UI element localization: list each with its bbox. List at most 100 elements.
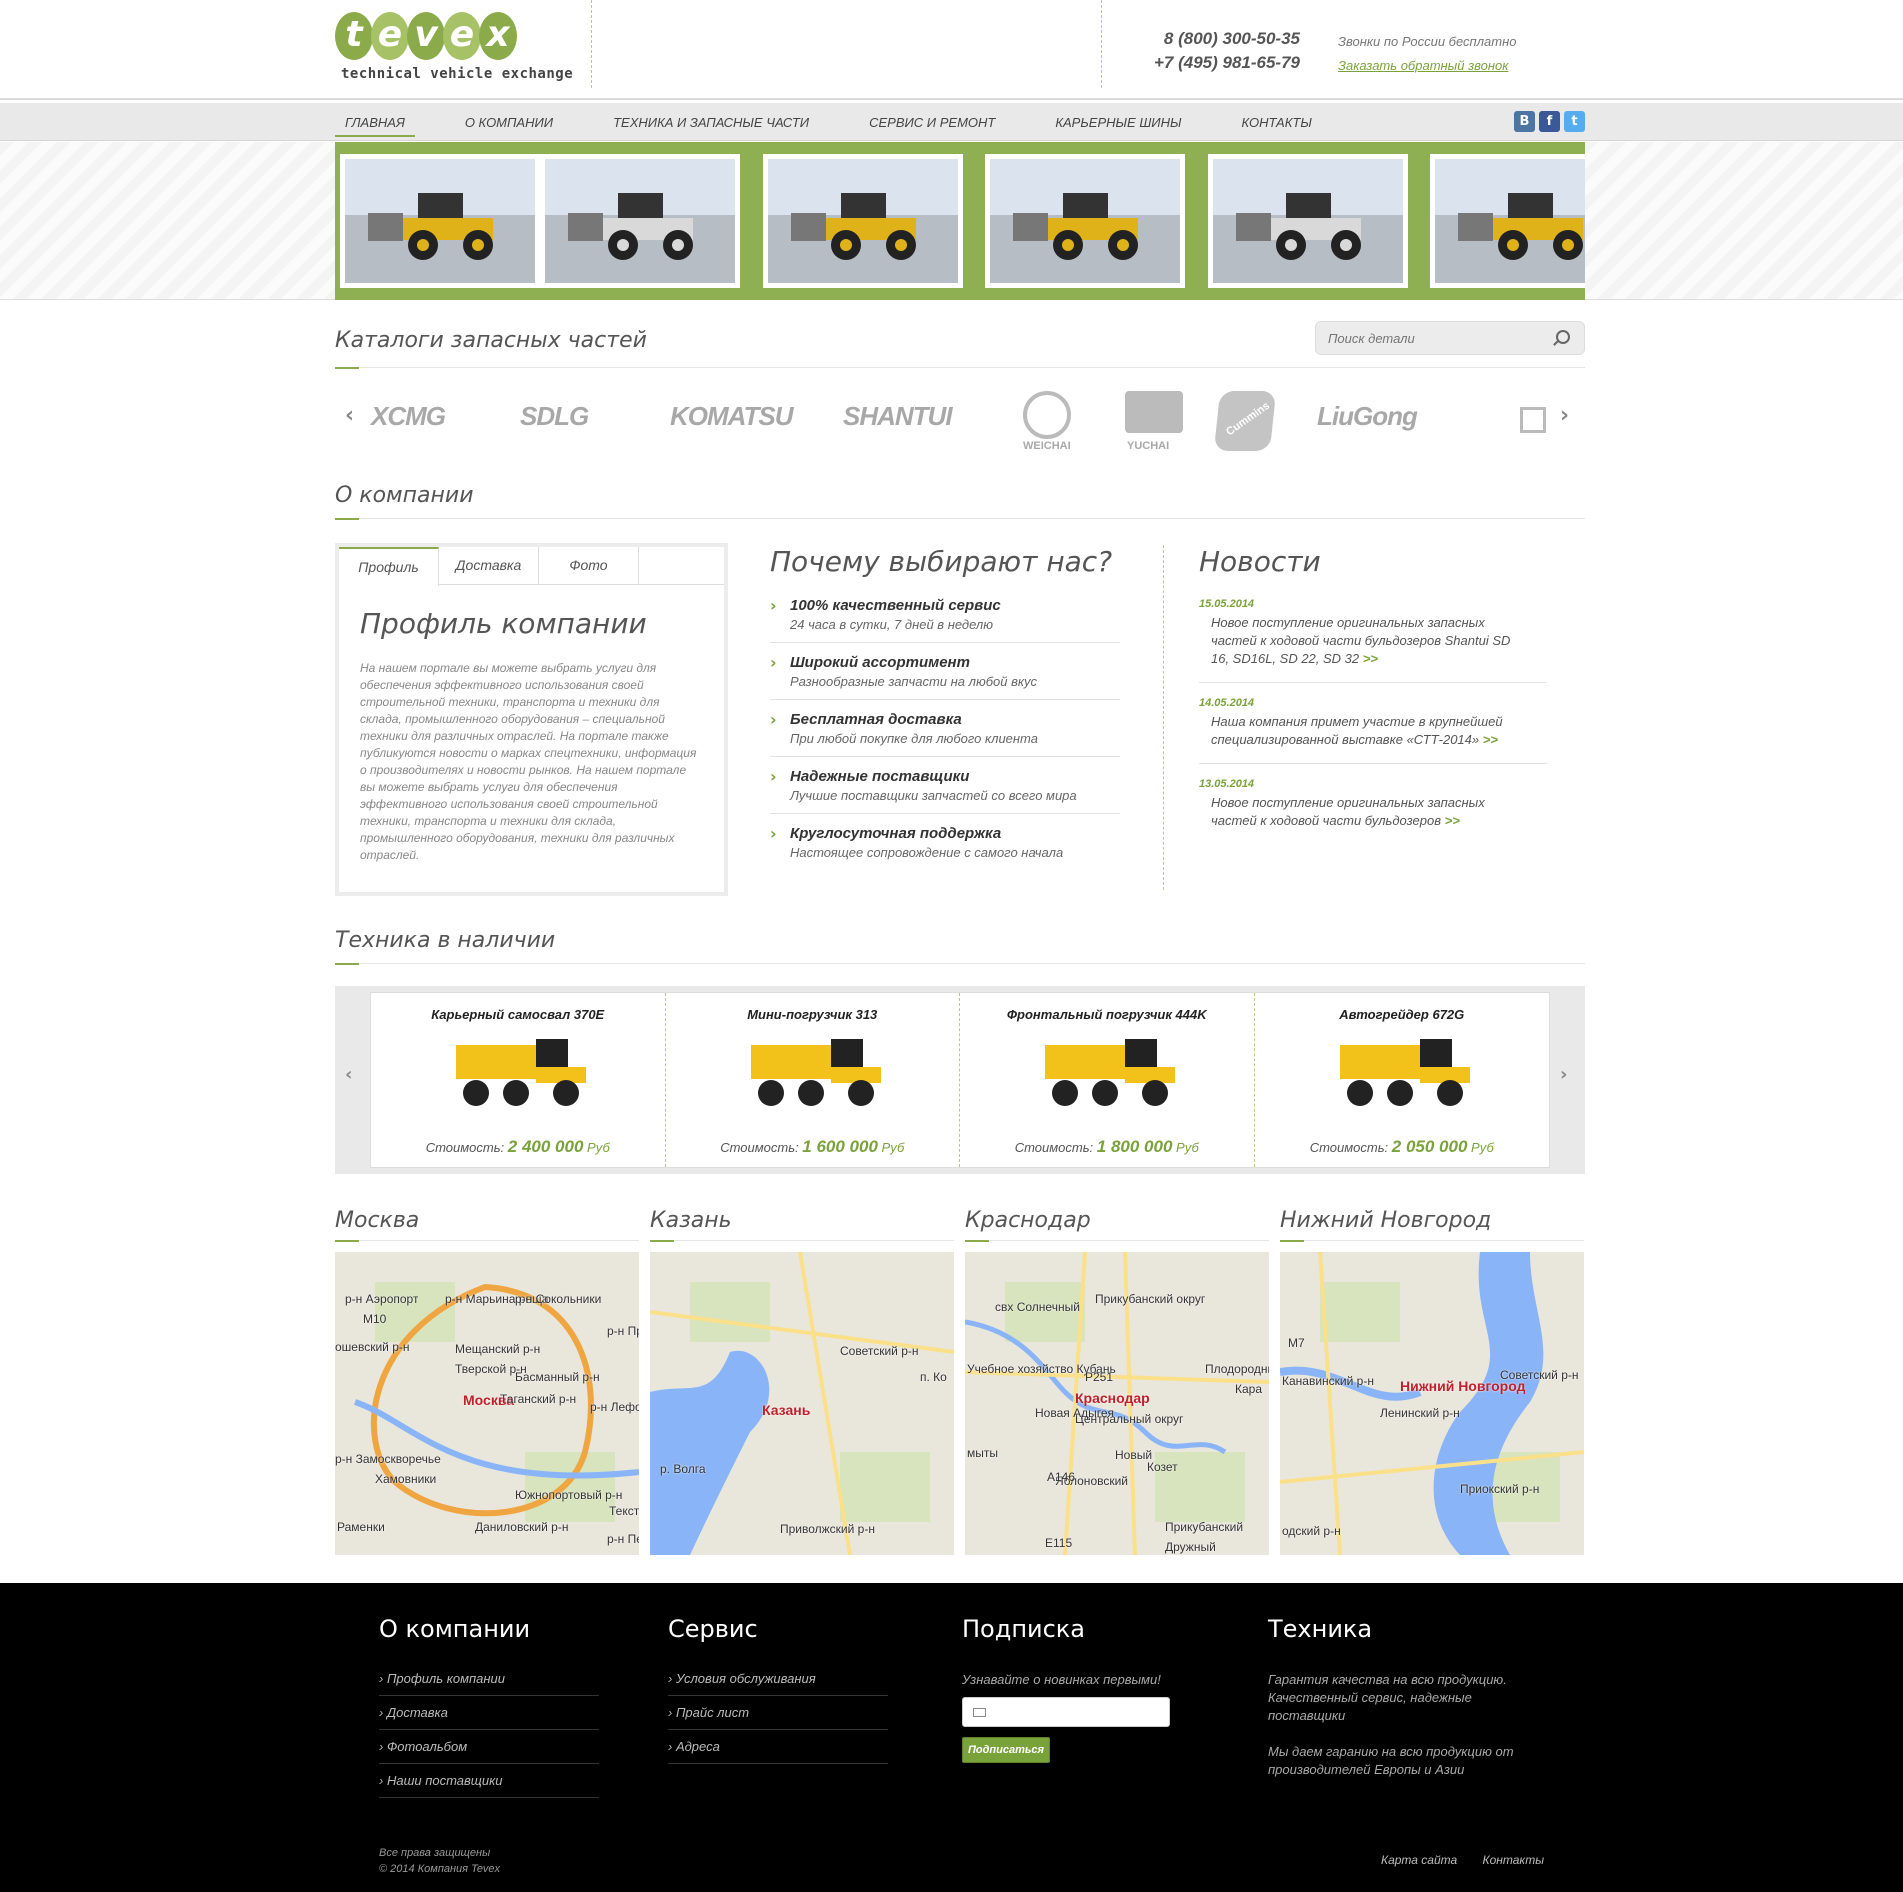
sitemap-link[interactable]: Карта сайта — [1381, 1853, 1457, 1867]
tab-profile[interactable]: Профиль — [339, 547, 439, 586]
why-item-subtitle: Лучшие поставщики запчастей со всего мир… — [790, 788, 1077, 803]
footer-vehicles-column: Техника Гарантия качества на всю продукц… — [1268, 1615, 1538, 1797]
phone-toll-free[interactable]: 8 (800) 300-50-35 — [1110, 27, 1300, 51]
loader-icon — [791, 193, 916, 260]
news-item[interactable]: 15.05.2014 Новое поступление оригинальны… — [1199, 598, 1547, 683]
catalogs-title: Каталоги запасных частей — [335, 328, 647, 353]
footer-link[interactable]: Прайс лист — [668, 1705, 888, 1730]
stock-carousel: ‹ Карьерный самосвал 370E Стоимость: 2 40… — [335, 986, 1585, 1174]
why-item-title: 100% качественный сервис — [790, 597, 1001, 614]
product-name[interactable]: Фронтальный погрузчик 444K — [960, 1007, 1254, 1022]
city-map[interactable]: Казань Советский р-н Приволжский р-н р. Вол… — [650, 1252, 954, 1555]
product-card[interactable]: Карьерный самосвал 370E Стоимость: 2 400 … — [371, 993, 666, 1167]
logo-letter: e — [371, 12, 409, 60]
email-field[interactable] — [962, 1697, 1170, 1727]
product-price: 2 400 000 — [507, 1137, 584, 1156]
logo[interactable]: t e v e x technical vehicle exchange — [335, 12, 573, 88]
city-map[interactable]: Краснодар Прикубанский округ Центральный о… — [965, 1252, 1269, 1555]
nav-item-about[interactable]: О компании — [455, 103, 563, 137]
news-date: 14.05.2014 — [1199, 697, 1255, 709]
brand-logo-weichai[interactable]: WEICHAI — [1023, 440, 1071, 452]
nav-item-home[interactable]: Главная — [335, 103, 415, 137]
section-divider — [1280, 1240, 1584, 1242]
news-item[interactable]: 13.05.2014 Новое поступление оригинальны… — [1199, 778, 1547, 844]
search-icon[interactable] — [1556, 330, 1570, 344]
map-label: Козет — [1147, 1460, 1178, 1474]
phone-moscow[interactable]: +7 (495) 981-65-79 — [1110, 51, 1300, 75]
map-label: р-н Аэропорт — [345, 1292, 419, 1306]
gallery-slide[interactable] — [763, 154, 963, 288]
footer-link[interactable]: Доставка — [379, 1705, 599, 1730]
map-label: Прикубанский округ — [1095, 1292, 1206, 1306]
map-label: Советский р-н — [1500, 1368, 1579, 1382]
callback-link[interactable]: Заказать обратный звонок — [1338, 58, 1508, 73]
brand-logo-shantui[interactable]: SHANTUI — [843, 401, 953, 432]
gallery-slide[interactable] — [1430, 154, 1585, 288]
currency: Руб — [1176, 1140, 1199, 1155]
twitter-icon[interactable]: t — [1564, 111, 1585, 132]
product-name[interactable]: Карьерный самосвал 370E — [371, 1007, 665, 1022]
footer-link[interactable]: Адреса — [668, 1739, 888, 1764]
nav-item-tires[interactable]: Карьерные шины — [1045, 103, 1191, 137]
gallery-slide[interactable] — [1208, 154, 1408, 288]
profile-title: Профиль компании — [360, 607, 647, 640]
map-label: Даниловский р-н — [475, 1520, 569, 1534]
carousel-prev-arrow[interactable]: ‹ — [345, 1064, 352, 1085]
tab-delivery[interactable]: Доставка — [439, 547, 539, 584]
product-card[interactable]: Мини-погрузчик 313 Стоимость: 1 600 000 Р… — [666, 993, 960, 1167]
city-map[interactable]: Москва Мещанский р-н Тверской р-н Басманный… — [335, 1252, 639, 1555]
footer-bottom-links: Карта сайта Контакты — [1359, 1853, 1544, 1867]
read-more-link[interactable]: >> — [1483, 732, 1498, 747]
footer-link[interactable]: Наши поставщики — [379, 1773, 599, 1798]
news-text[interactable]: Наша компания примет участие в крупнейше… — [1211, 714, 1503, 747]
facebook-icon[interactable]: f — [1539, 111, 1560, 132]
brand-logo-xcmg[interactable]: XCMG — [371, 401, 446, 432]
why-item-subtitle: При любой покупке для любого клиента — [790, 731, 1038, 746]
map-label: Басманный р-н — [515, 1370, 600, 1384]
city-map[interactable]: Нижний Новгород Канавинский р-н Ленинский … — [1280, 1252, 1584, 1555]
map-label: Новая Адыгея — [1035, 1406, 1115, 1420]
footer-link[interactable]: Условия обслуживания — [668, 1671, 888, 1696]
brand-logo-sdlg[interactable]: SDLG — [520, 401, 589, 432]
nav-item-contacts[interactable]: Контакты — [1232, 103, 1322, 137]
gallery-slide[interactable] — [340, 154, 540, 288]
search-input[interactable] — [1316, 322, 1536, 354]
product-name[interactable]: Автогрейдер 672G — [1255, 1007, 1550, 1022]
subscribe-button[interactable]: Подписаться — [962, 1737, 1050, 1763]
read-more-link[interactable]: >> — [1363, 651, 1378, 666]
parts-search[interactable] — [1315, 321, 1585, 355]
tab-photo[interactable]: Фото — [539, 547, 639, 584]
news-text[interactable]: Новое поступление оригинальных запасных … — [1211, 615, 1510, 666]
brand-logo-komatsu[interactable]: KOMATSU — [670, 401, 794, 432]
footer-link[interactable]: Профиль компании — [379, 1671, 599, 1696]
carousel-prev-arrow[interactable]: ‹ — [345, 403, 354, 428]
product-card[interactable]: Фронтальный погрузчик 444K Стоимость: 1 8… — [960, 993, 1255, 1167]
header-divider — [591, 0, 592, 88]
machine-photo — [1435, 159, 1585, 283]
nav-item-vehicles[interactable]: Техника и запасные части — [603, 103, 819, 137]
footer-link[interactable]: Фотоальбом — [379, 1739, 599, 1764]
vk-icon[interactable]: В — [1514, 111, 1535, 132]
gallery-slide[interactable] — [540, 154, 740, 288]
contacts-link[interactable]: Контакты — [1483, 1853, 1545, 1867]
map-city-label: Краснодар — [1075, 1390, 1150, 1406]
map-label: P251 — [1085, 1370, 1114, 1384]
copyright: Все права защищены © 2014 Компания Tevex — [379, 1845, 500, 1877]
section-divider — [965, 1240, 1269, 1242]
map-label: Текст — [609, 1504, 639, 1518]
news-item[interactable]: 14.05.2014 Наша компания примет участие … — [1199, 697, 1547, 764]
product-card[interactable]: Автогрейдер 672G Стоимость: 2 050 000 Руб — [1255, 993, 1550, 1167]
city-title: Нижний Новгород — [1280, 1208, 1492, 1233]
nav-item-service[interactable]: Сервис и ремонт — [859, 103, 1005, 137]
brand-logo-liugong[interactable]: LiuGong — [1317, 401, 1418, 432]
product-name[interactable]: Мини-погрузчик 313 — [666, 1007, 960, 1022]
brand-logo-yuchai[interactable]: YUCHAI — [1127, 440, 1169, 452]
map-label: Советский р-н — [840, 1344, 919, 1358]
carousel-next-arrow[interactable]: › — [1560, 1064, 1567, 1085]
gallery-slide[interactable] — [985, 154, 1185, 288]
footer-column-title: О компании — [379, 1615, 531, 1643]
carousel-next-arrow[interactable]: › — [1560, 403, 1569, 428]
map-label: Таганский р-н — [500, 1392, 577, 1406]
read-more-link[interactable]: >> — [1445, 813, 1460, 828]
yuchai-emblem-icon — [1125, 391, 1183, 433]
